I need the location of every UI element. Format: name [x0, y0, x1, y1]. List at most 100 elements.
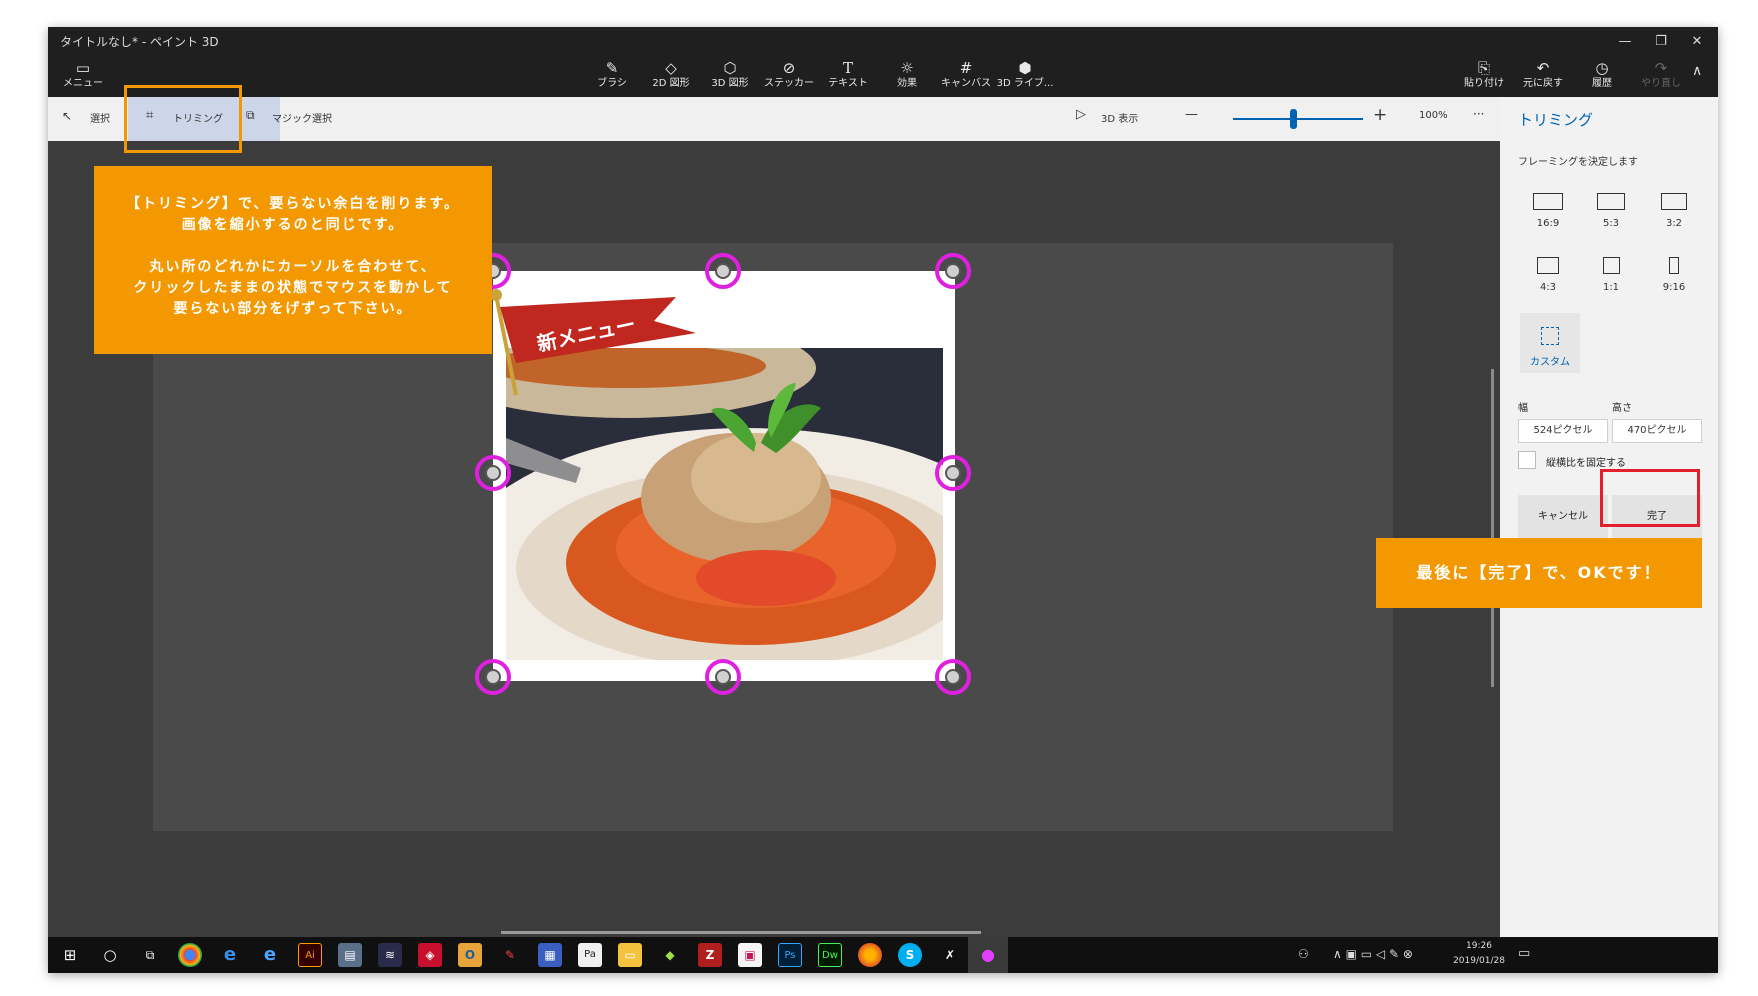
magic-select-icon: ⧉ [246, 108, 255, 122]
width-input[interactable]: 524ピクセル [1518, 419, 1608, 443]
cancel-button[interactable]: キャンセル [1518, 495, 1608, 539]
canvas-icon: # [959, 59, 973, 77]
new-menu-banner [490, 289, 696, 396]
select-tool[interactable]: 選択 [90, 110, 110, 125]
more-options-button[interactable]: ··· [1473, 107, 1484, 121]
search-circle-icon[interactable]: ○ [98, 943, 122, 967]
outlook-icon[interactable]: O [458, 943, 482, 967]
windows-start-icon[interactable]: ⊞ [58, 943, 82, 967]
tray-icons[interactable]: ∧ ▣ ▭ ◁ ✎ ⊗ [1333, 947, 1413, 961]
sub-toolbar: ↖ 選択 ⌗ トリミング ⧉ マジック選択 ▷ 3D 表示 — + 100% ·… [48, 97, 1500, 141]
tool-label: 履歴 [1592, 78, 1612, 89]
aspect-label: 4:3 [1539, 282, 1557, 293]
zoom-out-button[interactable]: — [1185, 107, 1198, 122]
tool-sticker[interactable]: ⊘ ステッカー [760, 59, 818, 95]
illustrator-icon[interactable]: Ai [298, 943, 322, 967]
crop-handle-top-center[interactable] [705, 253, 741, 289]
app-square-icon[interactable]: ▣ [738, 943, 762, 967]
height-label: 高さ [1612, 403, 1632, 414]
tool-3d-library[interactable]: ⬢ 3D ライブ... [996, 59, 1054, 95]
zoom-slider-track[interactable] [1233, 118, 1363, 120]
crop-handle-bottom-right[interactable] [935, 659, 971, 695]
collapse-chevron-icon[interactable]: ∧ [1692, 63, 1702, 79]
aspect-shape [1669, 257, 1679, 274]
tool-brush[interactable]: ✎ ブラシ [583, 59, 641, 95]
aspect-4-3[interactable]: 4:3 [1518, 257, 1578, 317]
aspect-shape [1533, 193, 1563, 210]
task-view-icon[interactable]: ⧉ [138, 943, 162, 967]
notification-icon[interactable]: ▭ [1518, 946, 1530, 961]
magic-select-tool[interactable]: マジック選択 [272, 110, 332, 125]
tool-text[interactable]: T テキスト [819, 59, 877, 95]
people-icon[interactable]: ⚇ [1298, 947, 1309, 961]
view3d-toggle[interactable]: 3D 表示 [1101, 110, 1138, 125]
menu-button[interactable]: ▭ メニュー [54, 59, 112, 95]
minimize-button[interactable]: — [1608, 30, 1642, 54]
tool-2d-shapes[interactable]: ◇ 2D 図形 [642, 59, 700, 95]
edge-icon[interactable]: e [218, 943, 242, 967]
crop-handle-bottom-left[interactable] [475, 659, 511, 695]
aspect-label: 16:9 [1536, 218, 1560, 229]
pa-app-icon[interactable]: Pa [578, 943, 602, 967]
chrome-icon[interactable] [178, 943, 202, 967]
lock-ratio-checkbox[interactable] [1518, 451, 1536, 469]
zoom-slider-thumb[interactable] [1290, 109, 1297, 129]
aspect-5-3[interactable]: 5:3 [1581, 193, 1641, 253]
undo-button[interactable]: ↶ 元に戻す [1514, 59, 1572, 95]
paste-button[interactable]: ⎘ 貼り付け [1455, 59, 1513, 95]
crop-handle-middle-left[interactable] [475, 455, 511, 491]
lock-ratio-label: 縦横比を固定する [1546, 458, 1626, 469]
vertical-scrollbar[interactable] [1491, 369, 1494, 687]
tool-label: 2D 図形 [652, 78, 690, 89]
crop-handle-top-right[interactable] [935, 253, 971, 289]
photoshop-icon[interactable]: Ps [778, 943, 802, 967]
close-button[interactable]: ✕ [1680, 30, 1714, 54]
folder-icon: ▭ [75, 59, 91, 77]
tool-effects[interactable]: ☼ 効果 [878, 59, 936, 95]
file-explorer-icon[interactable]: ▭ [618, 943, 642, 967]
trim-side-panel: トリミング フレーミングを決定します 16:9 5:3 3:2 4:3 1:1 … [1500, 97, 1718, 973]
callout-spacer [94, 236, 492, 257]
tool-label: ブラシ [597, 78, 627, 89]
calendar-app-icon[interactable]: ▦ [538, 943, 562, 967]
menu-label: メニュー [63, 78, 103, 89]
app-excel-like-icon[interactable]: ✗ [938, 943, 962, 967]
horizontal-scrollbar[interactable] [501, 931, 981, 934]
aspect-3-2[interactable]: 3:2 [1644, 193, 1704, 253]
history-icon: ◷ [1595, 59, 1609, 77]
sticker-icon: ⊘ [782, 59, 796, 77]
app-diamond-icon[interactable]: ◆ [658, 943, 682, 967]
crop-handle-bottom-center[interactable] [705, 659, 741, 695]
restore-button[interactable]: ❐ [1644, 30, 1678, 54]
history-button[interactable]: ◷ 履歴 [1573, 59, 1631, 95]
tool-label: 3D ライブ... [996, 78, 1054, 89]
app-icon[interactable]: ▤ [338, 943, 362, 967]
firefox-icon[interactable] [858, 943, 882, 967]
aspect-9-16[interactable]: 9:16 [1644, 257, 1704, 317]
panel-subtitle: フレーミングを決定します [1518, 157, 1638, 168]
aspect-1-1[interactable]: 1:1 [1581, 257, 1641, 317]
filezilla-icon[interactable]: Z [698, 943, 722, 967]
undo-icon: ↶ [1536, 59, 1550, 77]
tool-3d-shapes[interactable]: ⬡ 3D 図形 [701, 59, 759, 95]
width-label: 幅 [1518, 403, 1528, 414]
wifi-app-icon[interactable]: ≋ [378, 943, 402, 967]
dreamweaver-icon[interactable]: Dw [818, 943, 842, 967]
ie-icon[interactable]: e [258, 943, 282, 967]
tool-label: やり直し [1641, 78, 1681, 89]
pen-tool-icon[interactable]: ✎ [498, 943, 522, 967]
tool-canvas[interactable]: # キャンバス [937, 59, 995, 95]
aspect-16-9[interactable]: 16:9 [1518, 193, 1578, 253]
height-input[interactable]: 470ピクセル [1612, 419, 1702, 443]
tool-label: 貼り付け [1464, 78, 1504, 89]
zoom-in-button[interactable]: + [1373, 105, 1387, 125]
aspect-custom[interactable]: カスタム [1520, 313, 1580, 373]
skype-icon[interactable]: S [898, 943, 922, 967]
tool-label: テキスト [828, 78, 868, 89]
aspect-shape [1597, 193, 1625, 210]
redo-button[interactable]: ↷ やり直し [1632, 59, 1690, 95]
acrobat-icon[interactable]: ◈ [418, 943, 442, 967]
crop-handle-middle-right[interactable] [935, 455, 971, 491]
title-bar: タイトルなし* - ペイント 3D — ❐ ✕ ▭ メニュー ✎ ブラシ ◇ 2… [48, 27, 1718, 97]
cursor-icon: ↖ [62, 109, 73, 123]
